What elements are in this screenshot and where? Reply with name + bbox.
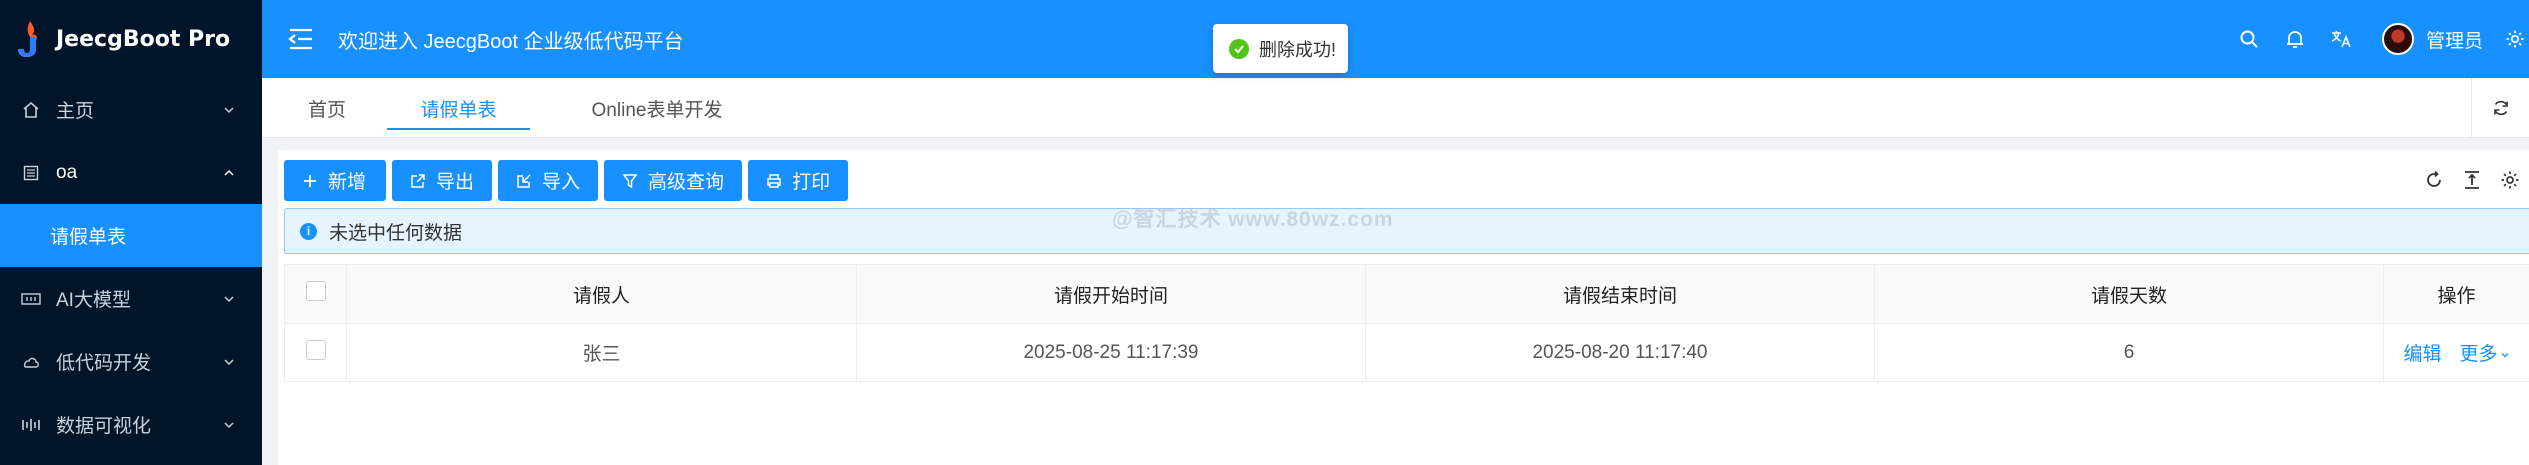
table-header-row: 请假人 请假开始时间 请假结束时间 请假天数 操作 (284, 264, 2529, 324)
page-tabs: 首页 请假单表 Online表单开发 (262, 78, 2529, 138)
plus-icon (304, 174, 316, 187)
chart-icon (20, 414, 42, 436)
check-circle-icon (1229, 38, 1249, 59)
column-header: 操作 (2383, 264, 2529, 324)
chevron-down-icon (224, 421, 234, 428)
chevron-down-icon (224, 358, 234, 365)
chevron-down-icon (224, 106, 234, 113)
user-name[interactable]: 管理员 (2426, 26, 2483, 53)
translate-icon[interactable] (2318, 0, 2364, 78)
tab-label: 首页 (307, 99, 346, 121)
filter-icon (622, 173, 638, 188)
edit-link[interactable]: 编辑 (2403, 344, 2441, 365)
table-toolbar: 新增 导出 导入 高级查询 打印 (284, 160, 854, 201)
column-header[interactable]: 请假开始时间 (856, 264, 1366, 324)
cell-actions: 编辑 更多 (2383, 323, 2529, 382)
info-icon: i (300, 222, 317, 240)
column-height-icon[interactable] (2453, 162, 2491, 198)
selection-alert-text: 未选中任何数据 (329, 222, 463, 244)
select-all-checkbox-cell (284, 264, 347, 324)
print-button-label: 打印 (792, 172, 831, 193)
sidebar-item-label: 数据可视化 (56, 416, 152, 437)
tab-label: 请假单表 (420, 99, 497, 121)
home-icon (20, 99, 42, 121)
table-settings (2415, 162, 2529, 198)
add-button-label: 新增 (328, 172, 367, 193)
header-actions: 管理员 (2226, 0, 2529, 78)
chevron-down-icon (2501, 353, 2508, 358)
column-header[interactable]: 请假天数 (1874, 264, 2384, 324)
welcome-text: 欢迎进入 JeecgBoot 企业级低代码平台 (338, 30, 684, 53)
add-button[interactable]: 新增 (284, 160, 387, 201)
reload-icon[interactable] (2415, 162, 2453, 198)
advanced-query-label: 高级查询 (648, 172, 725, 193)
jeecg-logo-icon (16, 19, 42, 59)
sidebar-item-oa[interactable]: oa (0, 141, 262, 204)
cloud-icon (20, 351, 42, 373)
search-icon[interactable] (2226, 0, 2272, 78)
table-row[interactable]: 张三 2025-08-25 11:17:39 2025-08-20 11:17:… (284, 323, 2529, 382)
sidebar-item-lowcode[interactable]: 低代码开发 (0, 330, 262, 393)
watermark-text: @智汇技术 www.80wz.com (1112, 208, 1394, 231)
import-button[interactable]: 导入 (498, 160, 599, 201)
success-toast: 删除成功! (1213, 24, 1348, 73)
cell-days: 6 (1874, 323, 2384, 382)
row-checkbox[interactable] (305, 339, 326, 360)
submenu-oa: 请假单表 (0, 204, 262, 267)
sidebar: JeecgBoot Pro 主页 oa 请假单表 AI大模型 低代码开发 数据可… (0, 0, 262, 465)
selection-alert: i 未选中任何数据 (284, 208, 2529, 254)
more-dropdown[interactable]: 更多 (2460, 344, 2510, 365)
cell-end-time: 2025-08-20 11:17:40 (1365, 323, 1875, 382)
export-button-label: 导出 (436, 172, 475, 193)
tab-leave-form[interactable]: 请假单表 (387, 78, 530, 138)
import-icon (517, 173, 531, 188)
sidebar-item-label: 低代码开发 (56, 353, 152, 374)
select-all-checkbox[interactable] (305, 281, 326, 301)
column-header[interactable]: 请假人 (346, 264, 857, 324)
column-header[interactable]: 请假结束时间 (1365, 264, 1875, 324)
tab-label: Online表单开发 (591, 99, 723, 121)
sidebar-item-leave-form[interactable]: 请假单表 (0, 204, 262, 267)
print-button[interactable]: 打印 (748, 160, 849, 201)
main-content: 新增 导出 导入 高级查询 打印 i 未选中任何数据 请假人 请假开始时间 请假… (278, 150, 2529, 465)
advanced-query-button[interactable]: 高级查询 (604, 160, 743, 201)
chevron-down-icon (224, 295, 234, 302)
import-button-label: 导入 (542, 172, 581, 193)
toast-message: 删除成功! (1259, 39, 1337, 60)
sidebar-item-label: AI大模型 (56, 290, 131, 311)
logo[interactable]: JeecgBoot Pro (0, 0, 262, 78)
tab-home[interactable]: 首页 (292, 78, 362, 138)
row-checkbox-cell (284, 323, 347, 382)
sidebar-item-ai-model[interactable]: AI大模型 (0, 267, 262, 330)
printer-icon (767, 173, 781, 188)
avatar[interactable] (2381, 23, 2414, 55)
export-button[interactable]: 导出 (392, 160, 493, 201)
sidebar-item-label: 请假单表 (50, 227, 127, 248)
sidebar-item-label: 主页 (56, 101, 95, 122)
cell-start-time: 2025-08-25 11:17:39 (856, 323, 1366, 382)
grid-icon (20, 162, 42, 184)
menu-fold-icon[interactable] (286, 24, 316, 54)
sidebar-item-label: oa (56, 161, 78, 183)
more-label: 更多 (2459, 344, 2498, 365)
sidebar-item-home[interactable]: 主页 (0, 78, 262, 141)
top-header: 欢迎进入 JeecgBoot 企业级低代码平台 管理员 (262, 0, 2529, 78)
cell-applicant: 张三 (346, 323, 857, 382)
sidebar-item-data-viz[interactable]: 数据可视化 (0, 393, 262, 456)
export-icon (411, 173, 425, 188)
bell-icon[interactable] (2272, 0, 2318, 78)
settings-gear-icon[interactable] (2505, 0, 2529, 78)
ai-icon (20, 288, 42, 310)
app-title: JeecgBoot Pro (56, 26, 231, 52)
chevron-up-icon (224, 169, 234, 176)
tab-online-form-dev[interactable]: Online表单开发 (562, 78, 752, 138)
refresh-tabs-icon[interactable] (2471, 78, 2529, 138)
column-settings-gear-icon[interactable] (2491, 162, 2529, 198)
data-table: 请假人 请假开始时间 请假结束时间 请假天数 操作 张三 2025-08-25 … (284, 264, 2529, 382)
